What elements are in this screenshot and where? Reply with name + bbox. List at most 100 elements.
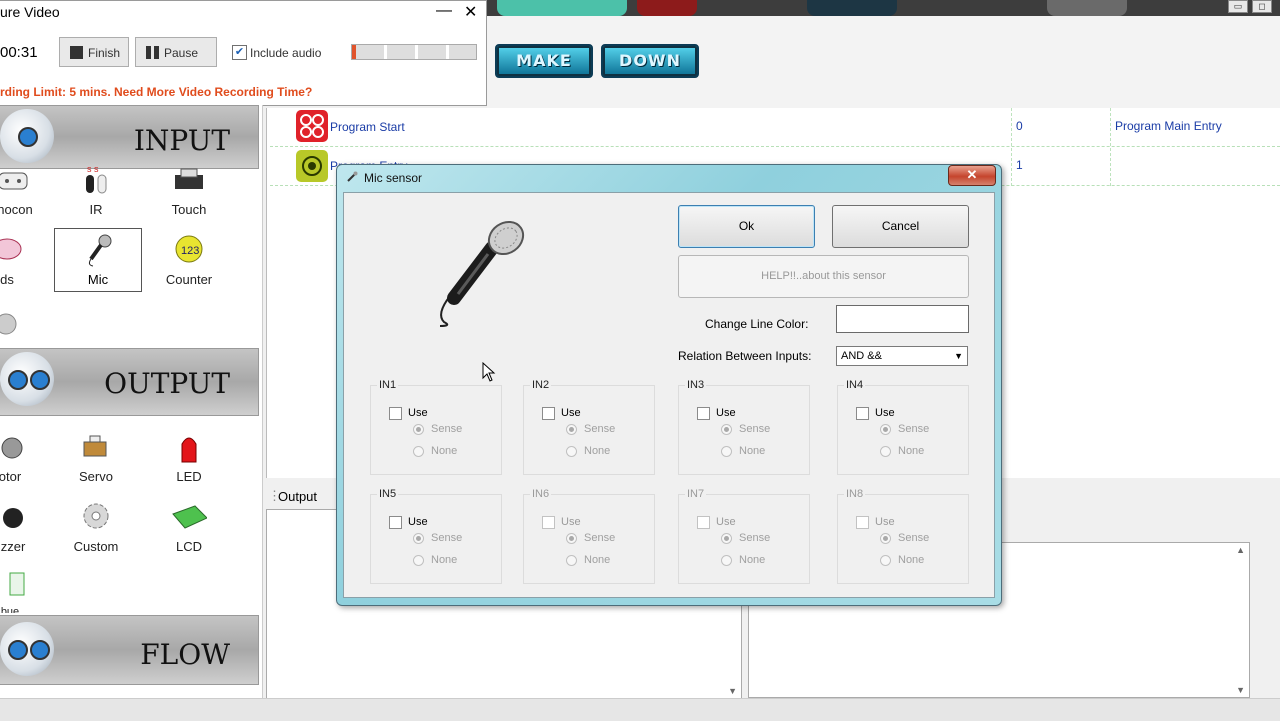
palette-item-touch[interactable]: Touch <box>154 163 224 217</box>
led-icon <box>181 437 197 463</box>
use-checkbox[interactable] <box>856 407 869 420</box>
mouse-cursor-icon <box>482 362 496 382</box>
table-row[interactable]: Program Start 0 Program Main Entry <box>270 108 1280 147</box>
palette-item-ir[interactable]: s s IR <box>61 163 131 217</box>
finish-button[interactable]: Finish <box>59 37 129 67</box>
palette-item-servo[interactable]: Servo <box>61 430 131 484</box>
background-video-strip: ▭ ◻ <box>487 0 1280 16</box>
palette-item-motor[interactable]: otor <box>0 430 45 484</box>
none-label: None <box>898 445 925 457</box>
palette-item-remocon[interactable]: nocon <box>0 163 50 217</box>
touch-sensor-icon <box>175 168 203 189</box>
relation-select[interactable]: AND && ▼ <box>836 346 968 366</box>
line-color-label: Change Line Color: <box>705 317 809 331</box>
status-strip <box>0 698 1280 721</box>
chevron-down-icon: ▼ <box>954 351 963 361</box>
none-label: None <box>584 445 611 457</box>
scroll-down-icon[interactable]: ▼ <box>1236 685 1245 695</box>
use-checkbox[interactable] <box>542 407 555 420</box>
palette-item-label: bue <box>0 606 20 613</box>
recording-limit-link[interactable]: rding Limit: 5 mins. Need More Video Rec… <box>0 85 312 99</box>
cube-icon <box>9 572 25 596</box>
input-group-in2: IN2 Use Sense None <box>523 379 655 475</box>
use-label: Use <box>408 516 428 528</box>
pause-button[interactable]: Pause <box>135 37 217 67</box>
minimize-button[interactable]: — <box>436 2 452 20</box>
sense-label: Sense <box>584 532 616 544</box>
palette-item-counter[interactable]: 123 Counter <box>154 233 224 287</box>
pause-icon <box>146 46 159 59</box>
palette-item-label: zzer <box>0 539 26 554</box>
ok-button[interactable]: Ok <box>678 205 815 248</box>
sense-radio[interactable] <box>413 533 424 544</box>
use-checkbox[interactable] <box>389 516 402 529</box>
palette-item-custom[interactable]: Custom <box>61 500 131 554</box>
palette-item-led[interactable]: LED <box>154 430 224 484</box>
help-button[interactable]: HELP!!..about this sensor <box>678 255 969 298</box>
palette-item-label: LCD <box>175 539 202 554</box>
input-section-label: INPUT <box>133 124 230 157</box>
none-radio[interactable] <box>566 446 577 457</box>
output-section-header[interactable]: OUTPUT <box>0 348 259 416</box>
block-palette: INPUT nocon s s IR Touch ds Mic 123 Coun… <box>0 105 263 698</box>
palette-item-pads[interactable]: ds <box>0 233 42 287</box>
sense-radio <box>566 533 577 544</box>
none-label: None <box>898 554 925 566</box>
input-group-in3: IN3 Use Sense None <box>678 379 810 475</box>
recording-progress-bar <box>351 44 477 60</box>
none-radio[interactable] <box>413 446 424 457</box>
maximize-icon[interactable]: ◻ <box>1252 0 1272 13</box>
use-checkbox[interactable] <box>697 407 710 420</box>
download-button[interactable]: DOWN <box>601 44 699 78</box>
none-radio[interactable] <box>721 446 732 457</box>
none-radio[interactable] <box>413 555 424 566</box>
group-title: IN6 <box>530 488 552 500</box>
include-audio-checkbox[interactable]: ✔ <box>232 45 247 60</box>
scroll-down-icon[interactable]: ▼ <box>728 686 737 696</box>
row-note: Program Main Entry <box>1115 119 1222 133</box>
sense-radio[interactable] <box>413 424 424 435</box>
palette-item-buzzer[interactable]: zzer <box>0 500 48 554</box>
sense-radio[interactable] <box>721 424 732 435</box>
flow-section-header[interactable]: FLOW <box>0 615 259 685</box>
ir-sensor-icon: s s <box>86 164 107 194</box>
use-checkbox <box>542 516 555 529</box>
palette-item-label: IR <box>89 202 103 217</box>
sense-radio[interactable] <box>880 424 891 435</box>
palette-item-lcd[interactable]: LCD <box>154 500 224 554</box>
flow-section-label: FLOW <box>140 638 230 671</box>
palette-item-label: Touch <box>171 202 207 217</box>
use-checkbox[interactable] <box>389 407 402 420</box>
group-title: IN8 <box>844 488 866 500</box>
palette-item-mic[interactable]: Mic <box>54 228 142 292</box>
none-label: None <box>739 445 766 457</box>
row-name: Program Start <box>330 120 405 134</box>
close-capture-button[interactable]: ✕ <box>464 2 477 22</box>
program-start-icon <box>296 110 328 142</box>
cancel-button[interactable]: Cancel <box>832 205 969 248</box>
relation-label: Relation Between Inputs: <box>678 349 812 363</box>
gear-icon[interactable] <box>0 310 22 338</box>
none-radio <box>721 555 732 566</box>
line-color-picker[interactable] <box>836 305 969 333</box>
palette-item-label: Counter <box>165 272 213 287</box>
dialog-close-button[interactable]: ✕ <box>948 165 996 186</box>
group-title: IN7 <box>685 488 707 500</box>
capture-window-title: ure Video <box>0 4 60 20</box>
input-section-header[interactable]: INPUT <box>0 105 259 169</box>
input-group-in7: IN7 Use Sense None <box>678 488 810 584</box>
none-radio[interactable] <box>880 446 891 457</box>
elapsed-time: 00:31 <box>0 44 38 61</box>
none-label: None <box>431 445 458 457</box>
palette-item-cube[interactable]: bue <box>0 567 45 613</box>
sense-radio[interactable] <box>566 424 577 435</box>
microphone-image <box>439 220 525 327</box>
make-button[interactable]: MAKE <box>495 44 593 78</box>
scroll-up-icon[interactable]: ▲ <box>1236 545 1245 555</box>
sense-radio <box>880 533 891 544</box>
dialog-title: Mic sensor <box>364 171 423 185</box>
row-index: 0 <box>1016 119 1023 133</box>
gear-icon <box>83 503 109 529</box>
group-title: IN1 <box>377 379 399 391</box>
restore-icon[interactable]: ▭ <box>1228 0 1248 13</box>
